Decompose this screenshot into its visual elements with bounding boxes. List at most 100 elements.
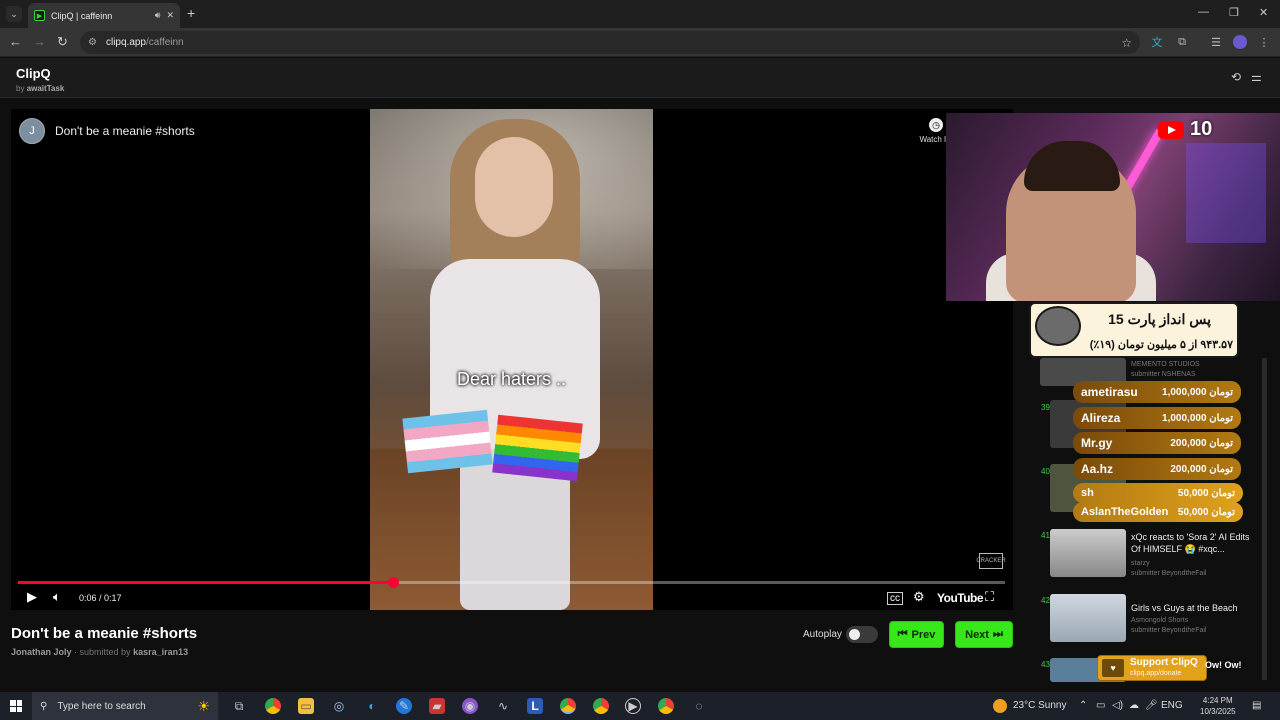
- audio-wave-icon[interactable]: ∿: [495, 698, 511, 714]
- extensions-icon[interactable]: ⧉: [1175, 35, 1189, 49]
- queue-thumbnail: [1050, 594, 1126, 642]
- task-view-icon[interactable]: ⧉: [231, 698, 247, 714]
- weather-text[interactable]: 23°C Sunny: [1013, 700, 1066, 711]
- queue-item[interactable]: Girls vs Guys at the Beach Asmongold Sho…: [1040, 594, 1260, 646]
- steam-icon[interactable]: ◎: [331, 698, 347, 714]
- app-header: ClipQ by awaitTask ⟲ ⚌: [0, 58, 1280, 98]
- windows-start-icon[interactable]: [10, 700, 22, 712]
- progress-fill: [18, 581, 394, 584]
- youtube-viewer-badge: 10: [1158, 118, 1212, 141]
- url-path: /caffeinn: [146, 37, 184, 48]
- video-player[interactable]: Dear haters .. J Don't be a meanie #shor…: [11, 109, 1013, 610]
- system-clock[interactable]: 4:24 PM 10/3/2025: [1200, 695, 1236, 717]
- video-watermark: CRACKER: [976, 553, 1006, 569]
- app-byline: by awaitTask: [16, 84, 65, 93]
- goal-mascot-icon: [1035, 306, 1081, 346]
- url-host: clipq.app: [105, 37, 146, 48]
- progress-scrubber[interactable]: [388, 577, 400, 588]
- captions-button[interactable]: cc: [887, 592, 903, 605]
- queue-item[interactable]: xQc reacts to 'Sora 2' AI Edits Of HIMSE…: [1040, 529, 1260, 581]
- queue-title-fragment: Ow! Ow!: [1205, 660, 1242, 670]
- address-bar[interactable]: ⚙ clipq.app/caffeinn ☆: [80, 31, 1140, 54]
- tray-chevron-icon[interactable]: ⌃: [1079, 700, 1087, 711]
- media-player-icon[interactable]: ▶: [625, 698, 641, 714]
- restore-button[interactable]: ❐: [1229, 6, 1239, 19]
- reading-list-icon[interactable]: ☰: [1209, 35, 1223, 49]
- app-icon-blue[interactable]: ✎: [396, 698, 412, 714]
- file-explorer-icon[interactable]: ▭: [298, 698, 314, 714]
- app-icon-red[interactable]: ▰: [429, 698, 445, 714]
- volume-icon[interactable]: 🔈︎: [53, 589, 61, 605]
- fullscreen-icon[interactable]: ⛶: [985, 589, 994, 605]
- close-window-button[interactable]: ✕: [1259, 6, 1268, 19]
- tab-search-button[interactable]: ⌄: [6, 6, 22, 22]
- speaker-icon[interactable]: 🔊︎: [155, 10, 161, 21]
- app-brand[interactable]: ClipQ: [16, 66, 51, 81]
- taskbar-search-box[interactable]: ⚲ Type here to search ☀: [32, 692, 218, 720]
- obs-icon[interactable]: ◌: [691, 698, 707, 714]
- forward-icon[interactable]: →: [33, 34, 46, 49]
- windows-taskbar: ⚲ Type here to search ☀ ⧉ ▭ ◎ ◐ ✎ ▰ ◉ ∿ …: [0, 692, 1280, 720]
- language-indicator[interactable]: ENG: [1161, 700, 1183, 711]
- next-button[interactable]: Next ⏭: [955, 621, 1013, 648]
- notifications-icon[interactable]: ▤: [1252, 700, 1261, 711]
- volume-tray-icon[interactable]: ◁): [1112, 700, 1123, 711]
- chrome-active-icon[interactable]: [560, 698, 576, 714]
- trans-flag: [402, 409, 493, 474]
- prev-button[interactable]: ⏮ Prev: [889, 621, 944, 648]
- back-icon[interactable]: ←: [9, 34, 22, 49]
- autoplay-label: Autoplay: [803, 629, 842, 640]
- donation-entry: Mr.gy 200,000 تومان: [1073, 432, 1241, 454]
- profile-avatar[interactable]: [1233, 35, 1247, 49]
- microphone-icon[interactable]: 🎤︎: [1145, 700, 1158, 711]
- search-icon: ⚲: [40, 700, 48, 712]
- edge-icon[interactable]: ◐: [364, 698, 380, 714]
- video-caption: Dear haters ..: [456, 369, 567, 389]
- page-video-title: Don't be a meanie #shorts: [11, 625, 198, 642]
- weather-sun-icon: ☀: [197, 697, 210, 714]
- youtube-logo[interactable]: YouTube: [937, 591, 984, 605]
- app-icon-purple[interactable]: ◉: [462, 698, 478, 714]
- donation-entry: Aa.hz 200,000 تومان: [1073, 458, 1241, 480]
- support-clipq-banner[interactable]: ♥ Support ClipQ clipq.app/donate: [1097, 655, 1207, 681]
- onedrive-icon[interactable]: ☁: [1129, 700, 1139, 711]
- browser-tab-active[interactable]: ▶ ClipQ | caffeinn 🔊︎ ✕: [28, 3, 180, 28]
- queue-title: xQc reacts to 'Sora 2' AI Edits Of HIMSE…: [1131, 532, 1250, 554]
- history-icon[interactable]: ⟲: [1231, 70, 1241, 84]
- queue-thumbnail: [1050, 529, 1126, 577]
- donate-icon: ♥: [1102, 659, 1124, 677]
- video-frame: Dear haters ..: [370, 109, 653, 610]
- settings-sliders-icon[interactable]: ⚌: [1251, 70, 1262, 84]
- play-icon: ▶: [34, 10, 45, 21]
- channel-avatar[interactable]: J: [19, 118, 45, 144]
- video-title[interactable]: Don't be a meanie #shorts: [55, 124, 195, 138]
- new-tab-button[interactable]: +: [187, 5, 195, 21]
- play-button[interactable]: ▶: [27, 589, 37, 605]
- close-tab-icon[interactable]: ✕: [166, 10, 174, 21]
- skip-forward-icon: ⏭: [992, 628, 1003, 640]
- queue-scrollbar[interactable]: [1262, 358, 1267, 680]
- settings-gear-icon[interactable]: ⚙: [913, 589, 925, 605]
- translate-extension-icon[interactable]: 文: [1150, 35, 1164, 49]
- chrome-profile-2-icon[interactable]: [658, 698, 674, 714]
- browser-toolbar: ← → ↻ ⚙ clipq.app/caffeinn ☆ 文 ⧉ ☰ ⋮: [0, 28, 1280, 57]
- chrome-icon[interactable]: [265, 698, 281, 714]
- goal-progress: ۹۴۳.۵۷ از ۵ میلیون تومان (۱۹٪): [1089, 339, 1233, 351]
- network-icon[interactable]: ▭: [1096, 700, 1105, 711]
- autoplay-toggle[interactable]: [846, 626, 878, 643]
- minimize-button[interactable]: —: [1198, 6, 1209, 18]
- donation-goal-box: پس انداز پارت 15 ۹۴۳.۵۷ از ۵ میلیون توما…: [1029, 302, 1239, 358]
- app-icon-l[interactable]: L: [527, 698, 543, 714]
- donation-entry: AslanTheGolden 50,000 تومان: [1073, 502, 1243, 522]
- browser-menu-icon[interactable]: ⋮: [1257, 35, 1271, 49]
- donation-entry: Alireza 1,000,000 تومان: [1073, 407, 1241, 429]
- chrome-profile-icon[interactable]: [593, 698, 609, 714]
- clock-icon: ◷: [929, 118, 943, 132]
- site-info-icon[interactable]: ⚙: [88, 37, 97, 48]
- bookmark-star-icon[interactable]: ☆: [1121, 36, 1132, 50]
- weather-icon[interactable]: [993, 699, 1007, 713]
- queue-title: Girls vs Guys at the Beach: [1131, 603, 1238, 613]
- progress-bar[interactable]: [18, 577, 1005, 588]
- reload-icon[interactable]: ↻: [57, 34, 68, 50]
- youtube-icon: [1158, 120, 1184, 139]
